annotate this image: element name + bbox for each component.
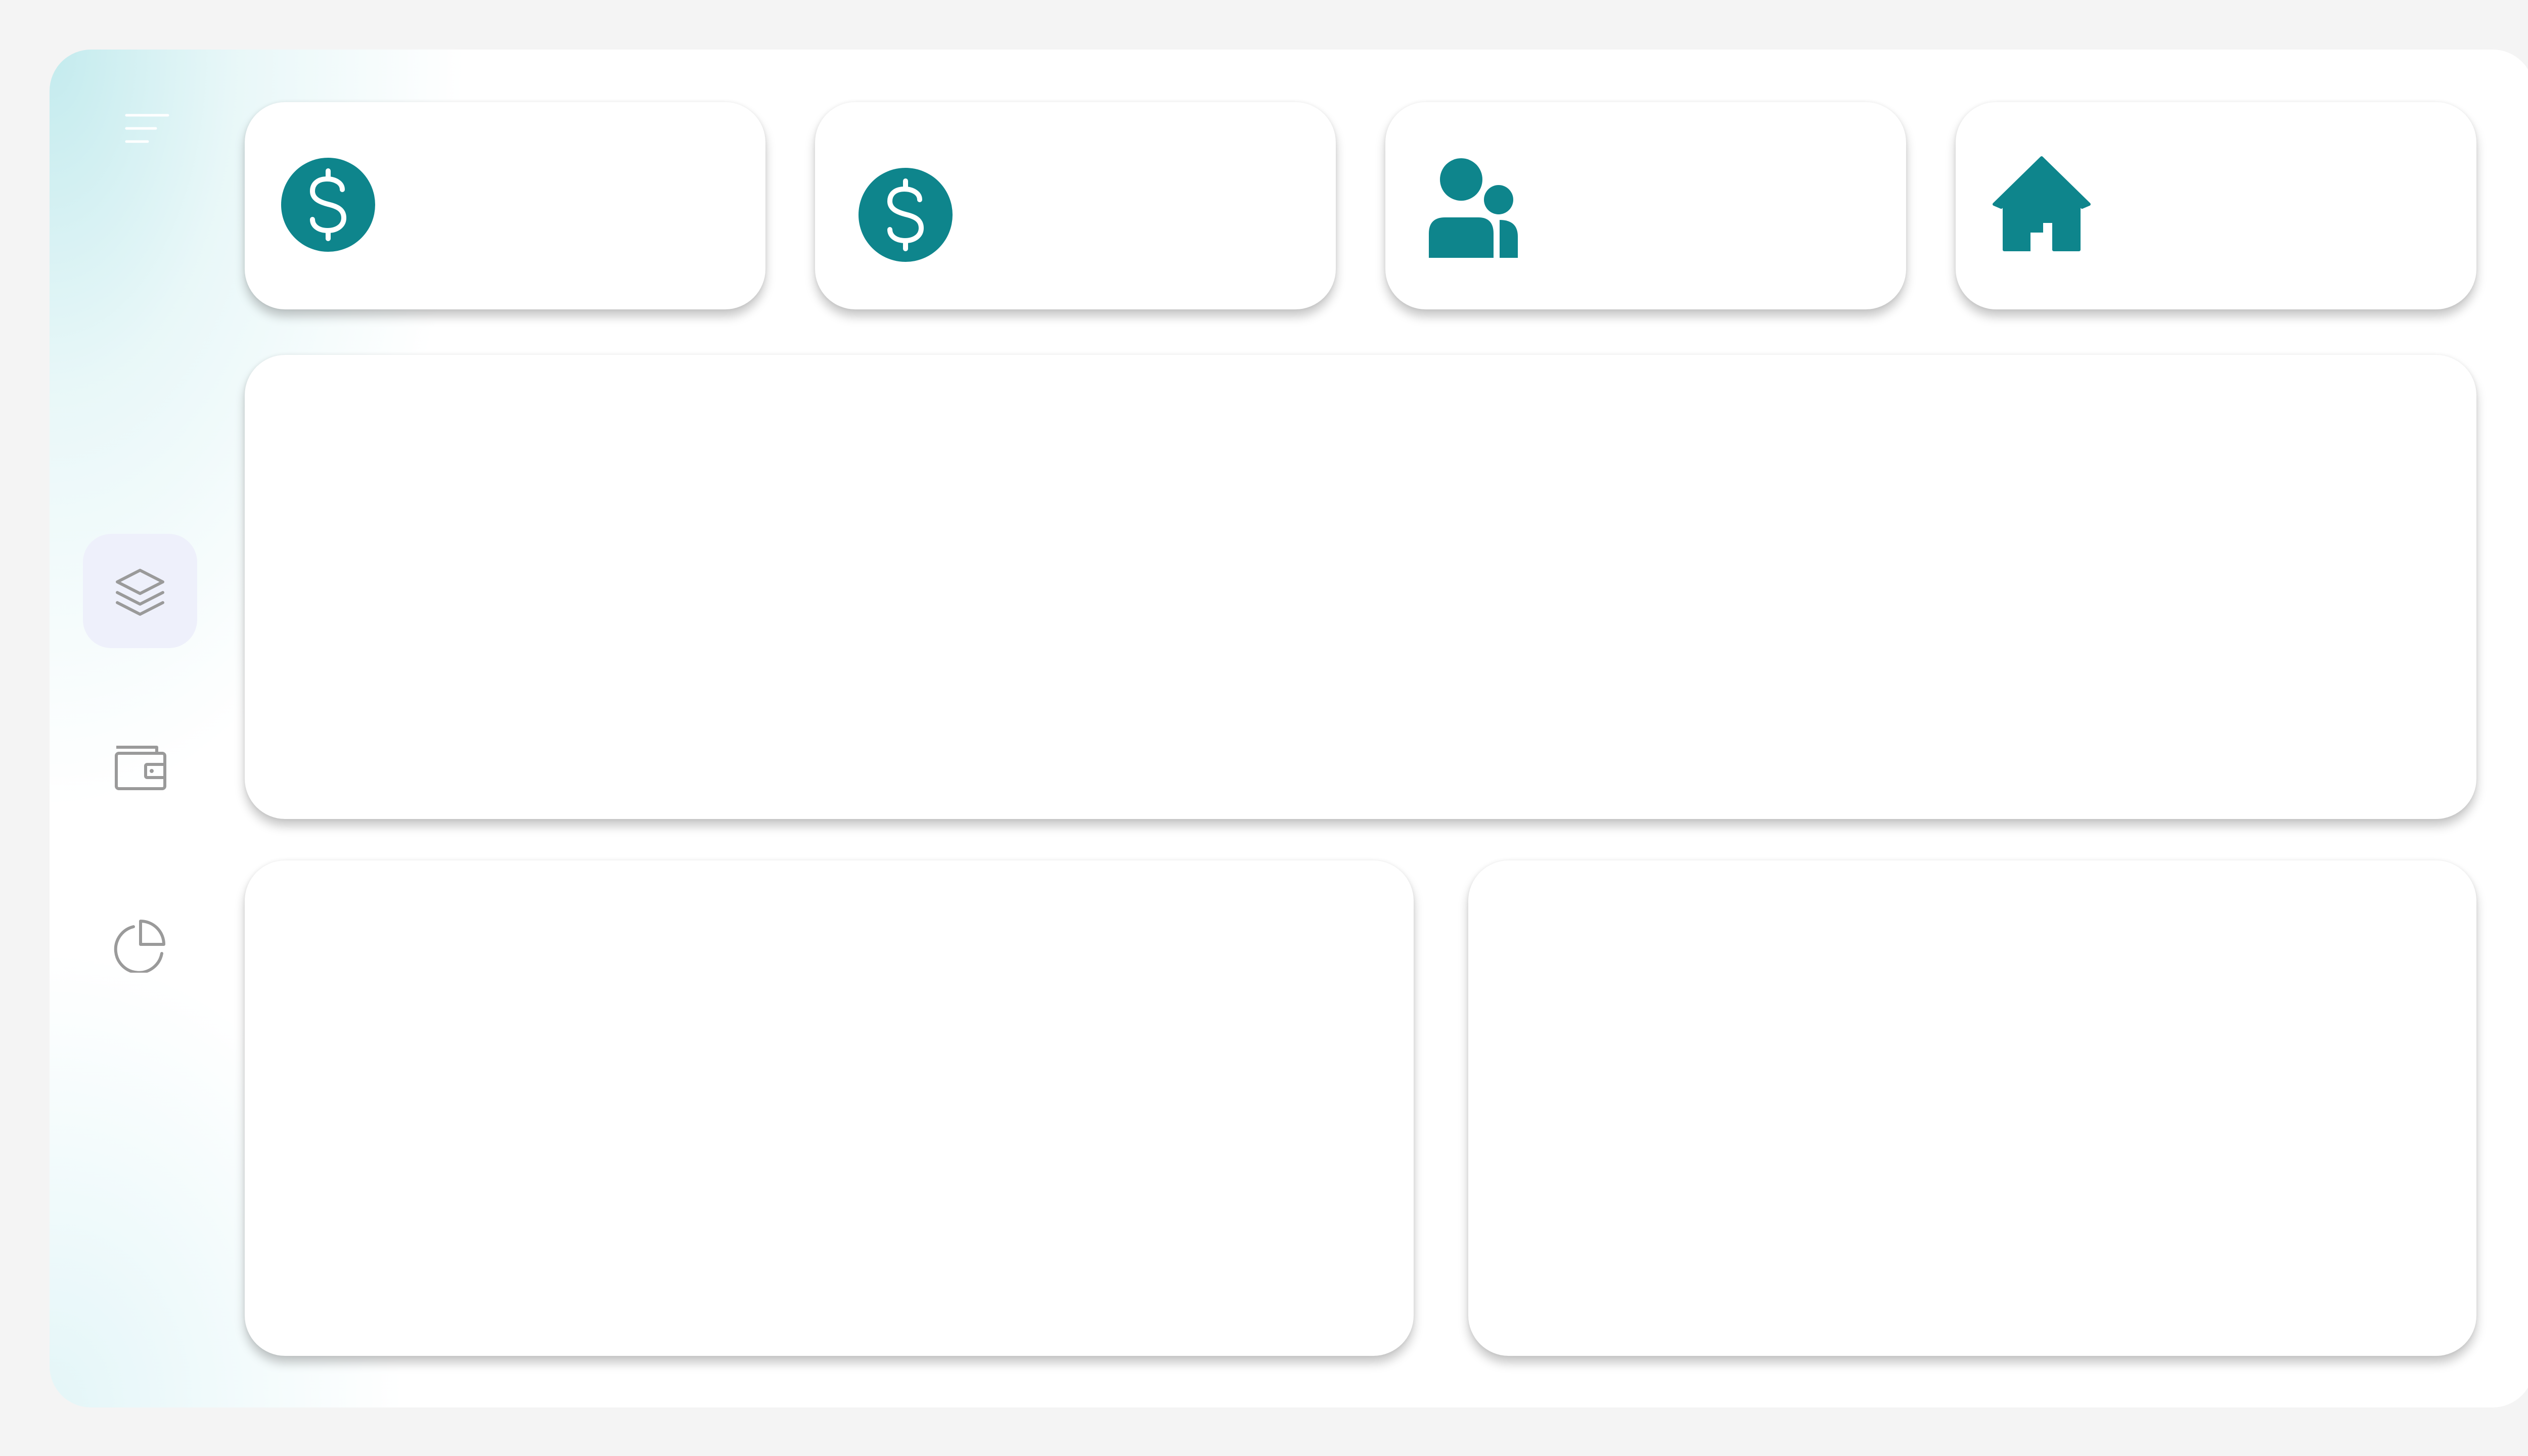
home-icon	[1993, 156, 2091, 252]
stat-card-1	[245, 102, 765, 309]
stat-card-2	[815, 102, 1336, 309]
dollar-circle-icon	[281, 158, 375, 252]
dollar-circle-icon	[859, 168, 953, 262]
bottom-left-card	[245, 860, 1414, 1356]
main-chart-card	[245, 355, 2476, 819]
hamburger-menu-icon[interactable]	[124, 105, 175, 151]
stat-card-3	[1385, 102, 1906, 309]
app-frame	[50, 50, 2528, 1407]
stat-card-4	[1956, 102, 2476, 309]
wallet-icon	[115, 746, 166, 790]
sidebar-item-layers[interactable]	[83, 534, 197, 648]
sidebar-item-pie-chart[interactable]	[83, 888, 197, 1002]
bottom-right-card	[1468, 860, 2476, 1356]
users-icon	[1429, 158, 1518, 258]
sidebar-item-wallet[interactable]	[83, 711, 197, 825]
layers-icon	[116, 569, 164, 616]
pie-chart-icon	[114, 920, 165, 973]
